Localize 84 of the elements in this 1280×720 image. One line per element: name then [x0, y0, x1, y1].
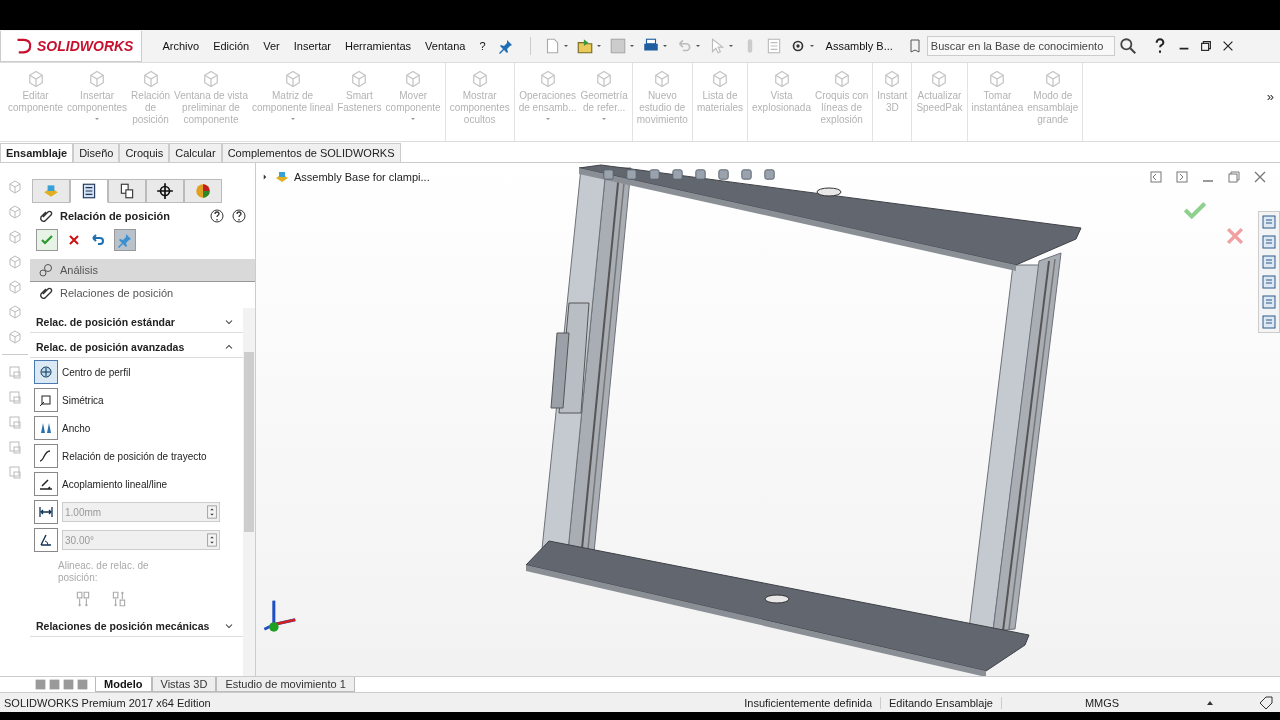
number-field: 30.00°	[62, 530, 220, 550]
panel-title: Relación de posición	[60, 210, 172, 222]
option-button[interactable]	[34, 416, 58, 440]
command-tab[interactable]: Diseño	[73, 143, 120, 162]
cube-icon[interactable]	[7, 204, 23, 220]
more-button[interactable]: »	[1266, 63, 1280, 141]
cube-icon[interactable]	[7, 179, 23, 195]
gears-icon	[38, 262, 54, 278]
cube-icon[interactable]	[7, 279, 23, 295]
option-label: Ancho	[62, 422, 91, 434]
cube-icon[interactable]	[7, 304, 23, 320]
solidworks-logo: SOLIDWORKS	[0, 30, 143, 62]
alignment-label: Alineac. de relac. de posición:	[58, 560, 150, 584]
search-icon[interactable]	[1118, 37, 1137, 55]
menu-item[interactable]: Herramientas	[345, 40, 412, 52]
command-tab[interactable]: Ensamblaje	[0, 143, 74, 162]
option-button[interactable]	[34, 472, 58, 496]
option-label: Acoplamiento lineal/line	[62, 478, 168, 490]
units-field[interactable]: MMGS	[1002, 696, 1162, 709]
command-tab[interactable]: Calcular	[169, 143, 222, 162]
option-label: Centro de perfil	[62, 366, 131, 378]
option-button[interactable]	[34, 528, 58, 552]
tree-item[interactable]: Assembly Base for clampi...	[260, 169, 430, 185]
tile-left-icon[interactable]	[1148, 169, 1164, 185]
menu-item[interactable]: Insertar	[293, 40, 332, 52]
menu-item[interactable]: Ventana	[425, 40, 466, 52]
cube-icon[interactable]	[7, 254, 23, 270]
view-icon[interactable]	[7, 439, 23, 455]
option-button[interactable]	[34, 360, 58, 384]
view-icon[interactable]	[7, 464, 23, 480]
property-list-icon[interactable]	[80, 182, 98, 200]
paperclip-icon	[38, 208, 54, 224]
distance-icon	[38, 504, 54, 520]
status-text: SOLIDWORKS Premium 2017 x64 Edition	[4, 696, 212, 709]
cube-icon[interactable]	[7, 229, 23, 245]
scrollbar-thumb[interactable]	[244, 352, 254, 532]
search-field[interactable]: Buscar en la Base de conocimiento	[926, 36, 1115, 56]
document-title: Assambly B...	[825, 40, 893, 52]
menu-item[interactable]: Archivo	[162, 40, 200, 52]
tag-icon[interactable]	[1258, 694, 1274, 711]
view-icon[interactable]	[7, 364, 23, 380]
menu-item[interactable]: Edición	[213, 40, 250, 52]
model-tab[interactable]: Vistas 3D	[151, 677, 217, 692]
assembly-icon	[274, 169, 290, 185]
anti-aligned-icon[interactable]	[110, 590, 128, 608]
help-icon[interactable]	[209, 208, 225, 224]
command-tab[interactable]: Complementos de SOLIDWORKS	[221, 143, 401, 162]
mate-icon	[38, 364, 54, 380]
status-text: Insuficientemente definida	[736, 696, 882, 709]
option-label: Simétrica	[62, 394, 104, 406]
option-button[interactable]	[34, 500, 58, 524]
restore-icon[interactable]	[1198, 39, 1213, 53]
cube-icon[interactable]	[7, 329, 23, 345]
panel-row[interactable]: Análisis	[30, 259, 255, 282]
angle-icon	[38, 532, 54, 548]
help-icon[interactable]	[231, 208, 247, 224]
menu-item[interactable]: Ver	[263, 40, 280, 52]
tile-right-icon[interactable]	[1174, 169, 1190, 185]
view-icon[interactable]	[7, 389, 23, 405]
open-folder-icon[interactable]	[575, 37, 594, 55]
number-field: 1.00mm	[62, 502, 220, 522]
crosshair-icon[interactable]	[156, 182, 174, 200]
option-label: Relación de posición de trayecto	[62, 450, 207, 462]
undo-icon[interactable]	[90, 232, 106, 248]
paperclip-icon	[38, 285, 54, 301]
ok-button[interactable]	[36, 229, 58, 251]
model-tab[interactable]: Modelo	[95, 677, 152, 692]
command-tab[interactable]: Croquis	[119, 143, 170, 162]
pin-icon[interactable]	[497, 38, 514, 54]
aligned-icon[interactable]	[74, 590, 92, 608]
mate-icon	[38, 392, 54, 408]
scrollbar[interactable]	[243, 308, 255, 676]
menu-item[interactable]: ?	[479, 40, 486, 52]
model-tab[interactable]: Estudio de movimiento 1	[216, 677, 355, 692]
pin-button[interactable]	[114, 229, 136, 251]
view-icon[interactable]	[7, 414, 23, 430]
configuration-icon[interactable]	[118, 182, 136, 200]
command-icon	[201, 69, 221, 89]
section-header[interactable]: Relac. de posición estándar	[30, 308, 243, 333]
status-text: Editando Ensamblaje	[881, 696, 1002, 709]
pin-icon	[117, 232, 133, 248]
mate-icon	[38, 476, 54, 492]
panel-row[interactable]: Relaciones de posición	[30, 282, 255, 304]
option-button[interactable]	[34, 444, 58, 468]
